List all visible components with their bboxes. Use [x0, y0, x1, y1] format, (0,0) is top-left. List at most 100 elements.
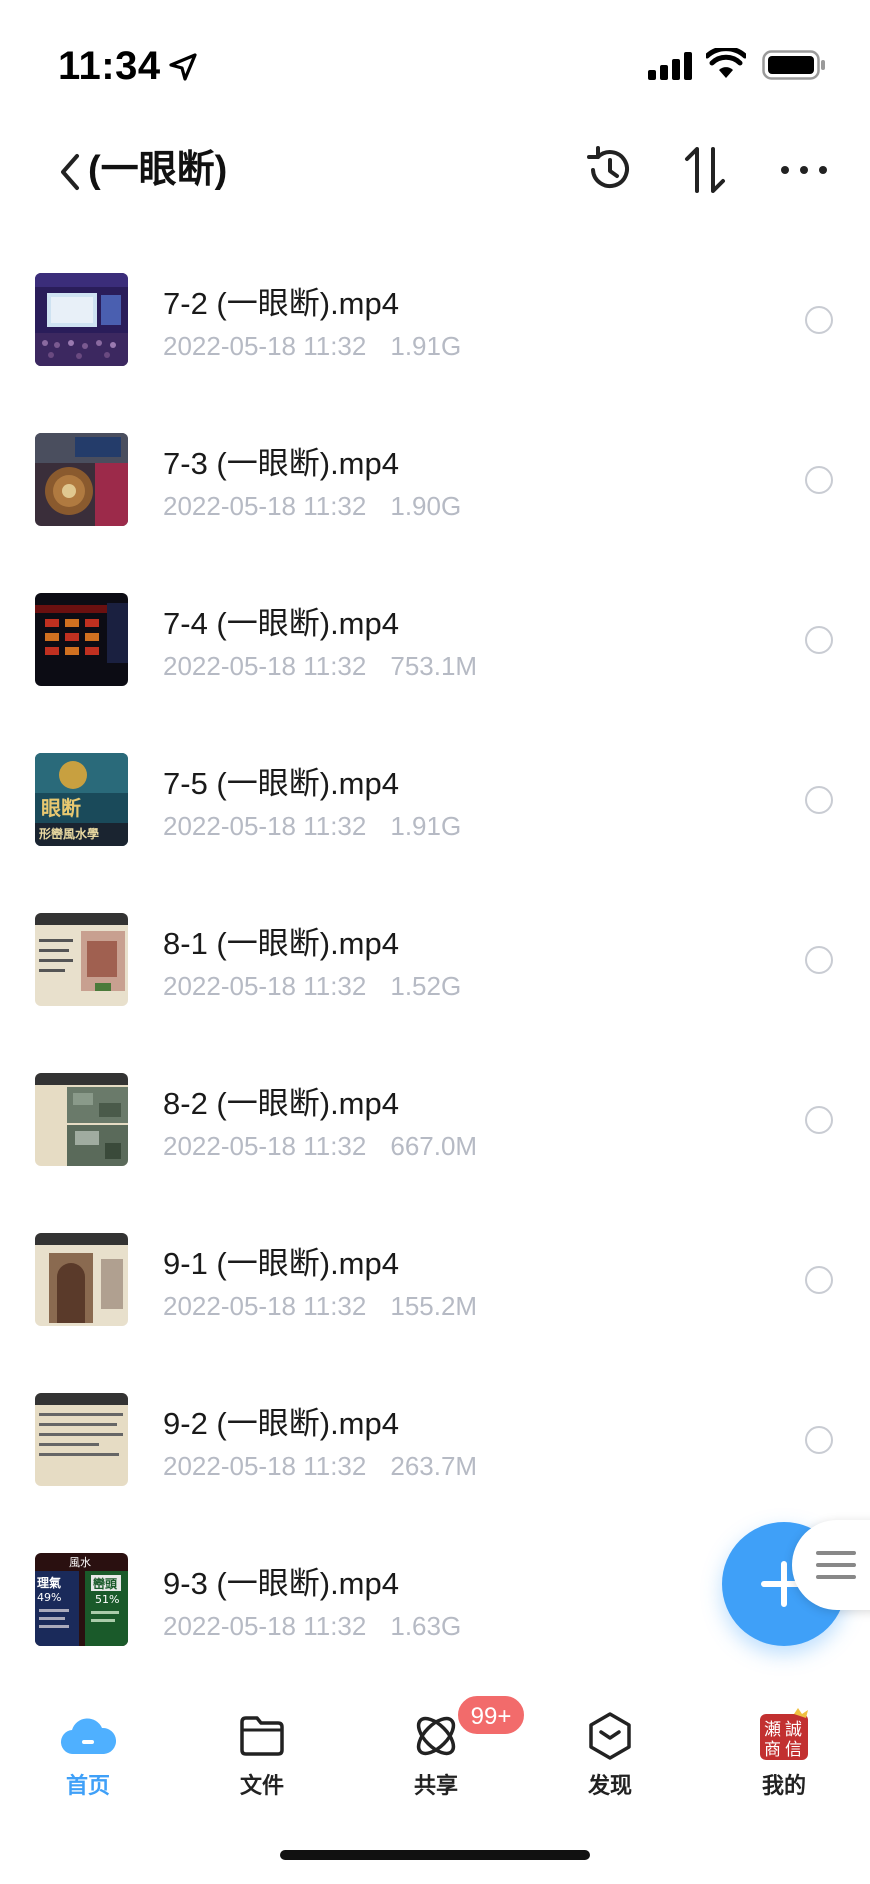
avatar-seal-icon: 瀬 誠 商 信: [754, 1708, 814, 1764]
file-size: 1.90G: [390, 491, 462, 521]
video-thumbnail: [35, 913, 128, 1006]
tab-label: 首页: [65, 1773, 110, 1798]
file-row[interactable]: 8-1 (一眼断).mp4 2022-05-18 11:32 1.52G: [0, 880, 870, 1040]
select-radio[interactable]: [805, 946, 833, 974]
discover-box-icon: [580, 1708, 640, 1764]
file-name: 9-2 (一眼断).mp4: [163, 1406, 399, 1441]
file-row[interactable]: 眼断 形巒風水學 7-5 (一眼断).mp4 2022-05-18 11:32 1…: [0, 720, 870, 880]
tab-home[interactable]: 首页: [28, 1690, 148, 1810]
thumbnail-text: 眼断: [41, 796, 81, 820]
video-thumbnail: [35, 593, 128, 686]
select-radio[interactable]: [805, 1426, 833, 1454]
seal-char: 信: [785, 1740, 802, 1760]
file-meta: 2022-05-18 11:32 263.7M: [163, 1451, 477, 1482]
tab-discover[interactable]: 发现: [550, 1690, 670, 1810]
tab-mine[interactable]: 瀬 誠 商 信 我的: [724, 1690, 844, 1810]
file-row[interactable]: 7-2 (一眼断).mp4 2022-05-18 11:32 1.91G: [0, 240, 870, 400]
select-radio[interactable]: [805, 1106, 833, 1134]
thumbnail-left-pct: 49%: [37, 1591, 61, 1604]
file-size: 1.91G: [390, 331, 462, 361]
file-size: 667.0M: [390, 1131, 478, 1161]
file-date: 2022-05-18 11:32: [163, 1131, 367, 1161]
more-dots-icon: [781, 166, 827, 174]
video-thumbnail: 風水 理氣 49% 巒頭 51%: [35, 1553, 128, 1646]
select-radio[interactable]: [805, 786, 833, 814]
file-meta: 2022-05-18 11:32 1.90G: [163, 491, 461, 522]
nav-bar: (一眼断): [0, 130, 870, 240]
sort-icon: [685, 147, 725, 193]
menu-lines-icon: [816, 1551, 856, 1579]
file-name: 9-1 (一眼断).mp4: [163, 1246, 399, 1281]
file-date: 2022-05-18 11:32: [163, 1451, 367, 1481]
chevron-left-icon: [61, 154, 79, 190]
file-meta: 2022-05-18 11:32 1.91G: [163, 811, 461, 842]
tab-bar: 首页 文件 共享 发现 瀬 誠 商 信 我的: [0, 1690, 870, 1810]
file-size: 1.63G: [390, 1611, 462, 1641]
file-row[interactable]: 7-4 (一眼断).mp4 2022-05-18 11:32 753.1M: [0, 560, 870, 720]
file-name: 7-5 (一眼断).mp4: [163, 766, 399, 801]
file-list: 7-2 (一眼断).mp4 2022-05-18 11:32 1.91G 7-3 …: [0, 240, 870, 1670]
tab-label: 文件: [239, 1773, 284, 1798]
tab-files[interactable]: 文件: [202, 1690, 322, 1810]
tab-label: 我的: [761, 1773, 806, 1798]
tab-label: 发现: [587, 1773, 632, 1798]
history-button[interactable]: [580, 140, 640, 200]
file-name: 7-3 (一眼断).mp4: [163, 446, 399, 481]
file-name: 7-2 (一眼断).mp4: [163, 286, 399, 321]
file-row[interactable]: 8-2 (一眼断).mp4 2022-05-18 11:32 667.0M: [0, 1040, 870, 1200]
file-size: 155.2M: [390, 1291, 478, 1321]
select-radio[interactable]: [805, 626, 833, 654]
wifi-icon: [706, 48, 746, 78]
file-meta: 2022-05-18 11:32 1.91G: [163, 331, 461, 362]
file-size: 263.7M: [390, 1451, 478, 1481]
file-meta: 2022-05-18 11:32 1.52G: [163, 971, 461, 1002]
back-button[interactable]: [50, 142, 90, 202]
seal-char: 瀬: [764, 1720, 781, 1740]
file-date: 2022-05-18 11:32: [163, 491, 367, 521]
sort-button[interactable]: [676, 140, 736, 200]
folder-icon: [232, 1708, 292, 1764]
more-button[interactable]: [774, 140, 834, 200]
video-thumbnail: [35, 1233, 128, 1326]
file-name: 8-2 (一眼断).mp4: [163, 1086, 399, 1121]
thumbnail-header: 風水: [69, 1556, 91, 1569]
status-time: 11:34: [58, 44, 161, 88]
select-radio[interactable]: [805, 306, 833, 334]
video-thumbnail: [35, 273, 128, 366]
file-row[interactable]: 9-1 (一眼断).mp4 2022-05-18 11:32 155.2M: [0, 1200, 870, 1360]
select-radio[interactable]: [805, 1266, 833, 1294]
file-date: 2022-05-18 11:32: [163, 651, 367, 681]
battery-icon: [762, 50, 825, 80]
thumbnail-left-label: 理氣: [37, 1575, 61, 1590]
video-thumbnail: [35, 433, 128, 526]
home-indicator: [280, 1850, 590, 1860]
file-name: 8-1 (一眼断).mp4: [163, 926, 399, 961]
select-radio[interactable]: [805, 466, 833, 494]
file-meta: 2022-05-18 11:32 155.2M: [163, 1291, 477, 1322]
thumbnail-right-pct: 51%: [95, 1593, 119, 1606]
thumbnail-right-label: 巒頭: [93, 1576, 118, 1591]
thumbnail-caption: 形巒風水學: [39, 826, 99, 841]
file-size: 1.52G: [390, 971, 462, 1001]
file-name: 7-4 (一眼断).mp4: [163, 606, 399, 641]
file-date: 2022-05-18 11:32: [163, 1611, 367, 1641]
location-arrow-icon: [169, 53, 197, 81]
cellular-signal-icon: [648, 52, 692, 80]
file-date: 2022-05-18 11:32: [163, 971, 367, 1001]
file-size: 1.91G: [390, 811, 462, 841]
file-row[interactable]: 7-3 (一眼断).mp4 2022-05-18 11:32 1.90G: [0, 400, 870, 560]
file-date: 2022-05-18 11:32: [163, 1291, 367, 1321]
status-bar: 11:34: [0, 0, 870, 130]
video-thumbnail: 眼断 形巒風水學: [35, 753, 128, 846]
file-meta: 2022-05-18 11:32 1.63G: [163, 1611, 461, 1642]
video-thumbnail: [35, 1073, 128, 1166]
file-date: 2022-05-18 11:32: [163, 331, 367, 361]
file-row[interactable]: 9-2 (一眼断).mp4 2022-05-18 11:32 263.7M: [0, 1360, 870, 1520]
seal-char: 誠: [785, 1720, 802, 1740]
video-thumbnail: [35, 1393, 128, 1486]
tab-label: 共享: [413, 1773, 458, 1798]
screen: 11:34 (一眼断) 7-2 (一眼断).mp4 2022-05-18 11:…: [0, 0, 870, 1884]
file-meta: 2022-05-18 11:32 753.1M: [163, 651, 477, 682]
file-date: 2022-05-18 11:32: [163, 811, 367, 841]
file-name: 9-3 (一眼断).mp4: [163, 1566, 399, 1601]
